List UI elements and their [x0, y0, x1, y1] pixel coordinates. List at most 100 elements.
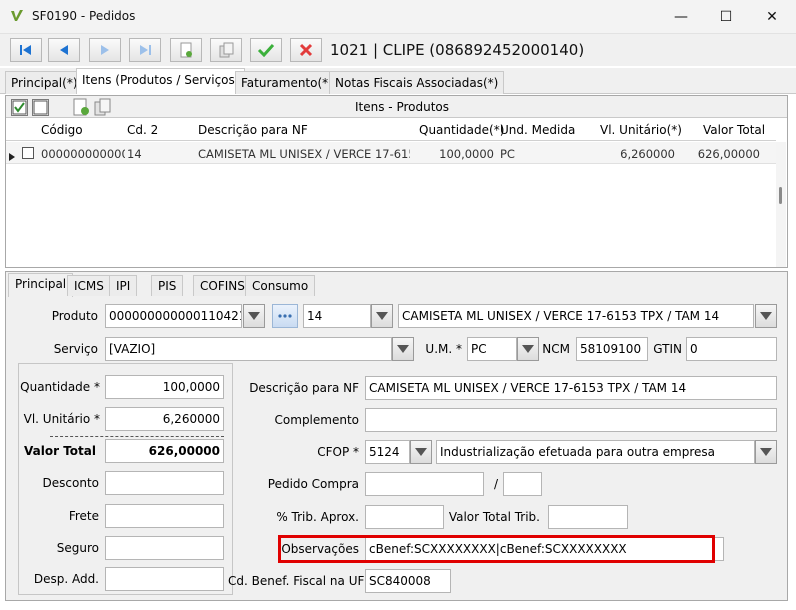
new-document-icon: [180, 42, 192, 58]
scrollbar-thumb[interactable]: [779, 187, 782, 204]
cd-benef-label: Cd. Benef. Fiscal na UF: [228, 574, 365, 588]
produto-label: Produto: [51, 309, 98, 323]
tab-itens[interactable]: Itens (Produtos / Serviços): [76, 68, 246, 94]
chevron-down-icon: [248, 312, 260, 320]
cancel-button[interactable]: [290, 38, 322, 62]
col-vl-unitario[interactable]: Vl. Unitário(*): [600, 123, 682, 137]
last-icon: [140, 45, 151, 55]
descricao-nf-label: Descrição para NF: [249, 381, 359, 395]
trib-aprox-input[interactable]: [365, 505, 444, 529]
pedido-compra-input[interactable]: [365, 472, 484, 496]
first-record-button[interactable]: [10, 38, 42, 62]
cd2-dropdown[interactable]: [371, 304, 393, 328]
desp-add-label: Desp. Add.: [33, 572, 99, 586]
record-header: 1021 | CLIPE (086892452000140): [330, 41, 585, 59]
minimize-button[interactable]: —: [658, 0, 704, 34]
copy-item-icon: [94, 98, 111, 116]
cell-cd2: 14: [127, 147, 142, 161]
cell-quantidade: 100,0000: [439, 147, 494, 161]
cell-und: PC: [500, 147, 515, 161]
grid-scrollbar[interactable]: [776, 142, 786, 267]
cd-benef-input[interactable]: SC840008: [365, 569, 451, 593]
vl-unitario-input[interactable]: 6,260000: [105, 407, 224, 431]
seguro-label: Seguro: [56, 541, 99, 555]
row-pointer-icon: [9, 150, 15, 164]
subtab-consumo[interactable]: Consumo: [245, 275, 316, 296]
total-separator: [50, 436, 224, 437]
cfop-dropdown[interactable]: [410, 440, 432, 464]
gtin-input[interactable]: 0: [686, 337, 777, 361]
desp-add-input[interactable]: [105, 567, 224, 591]
previous-record-button[interactable]: [48, 38, 80, 62]
checkbox-checked-icon: [12, 100, 27, 115]
next-record-button[interactable]: [89, 38, 121, 62]
frete-input[interactable]: [105, 504, 224, 528]
col-codigo[interactable]: Código: [41, 123, 83, 137]
subtab-icms[interactable]: ICMS: [67, 275, 111, 296]
valor-total-input: 626,00000: [105, 439, 224, 463]
copy-item-button[interactable]: [93, 98, 112, 117]
seguro-input[interactable]: [105, 536, 224, 560]
chevron-down-icon: [415, 448, 427, 456]
pedido-separator: /: [493, 477, 498, 491]
chevron-down-icon: [760, 312, 772, 320]
col-cd2[interactable]: Cd. 2: [127, 123, 158, 137]
frete-label: Frete: [68, 509, 99, 523]
chevron-down-icon: [522, 345, 534, 353]
first-icon: [20, 45, 31, 55]
cd2-input[interactable]: 14: [303, 304, 371, 328]
produto-dropdown[interactable]: [243, 304, 265, 328]
subtab-principal[interactable]: Principal: [8, 273, 74, 297]
cfop-label: CFOP *: [317, 445, 359, 459]
cell-valor-total: 626,00000: [697, 147, 760, 161]
pedido-item-input[interactable]: [503, 472, 542, 496]
desconto-label: Desconto: [42, 476, 99, 490]
descricao-nf-input[interactable]: CAMISETA ML UNISEX / VERCE 17-6153 TPX /…: [365, 376, 777, 400]
new-record-button[interactable]: [170, 38, 202, 62]
close-button[interactable]: ✕: [749, 0, 795, 34]
complemento-input[interactable]: [365, 408, 777, 432]
copy-record-button[interactable]: [210, 38, 242, 62]
col-descricao[interactable]: Descrição para NF: [198, 123, 308, 137]
produto-descricao-dropdown[interactable]: [755, 304, 777, 328]
last-record-button[interactable]: [129, 38, 161, 62]
subtab-cofins[interactable]: COFINS: [193, 275, 252, 296]
cfop-descricao-dropdown[interactable]: [755, 440, 777, 464]
produto-lookup-button[interactable]: [272, 304, 298, 328]
col-valor-total[interactable]: Valor Total: [703, 123, 765, 137]
produto-descricao-input[interactable]: CAMISETA ML UNISEX / VERCE 17-6153 TPX /…: [398, 304, 754, 328]
delete-icon: [299, 43, 313, 57]
produto-input[interactable]: 000000000000110421: [105, 304, 242, 328]
servico-dropdown[interactable]: [392, 337, 414, 361]
cfop-input[interactable]: 5124: [365, 440, 410, 464]
chevron-down-icon: [397, 345, 409, 353]
quantidade-input[interactable]: 100,0000: [105, 375, 224, 399]
maximize-button[interactable]: ☐: [703, 0, 749, 34]
ncm-label: NCM: [542, 342, 570, 356]
add-item-button[interactable]: [72, 98, 91, 117]
subtab-pis[interactable]: PIS: [151, 275, 184, 296]
copy-icon: [219, 42, 234, 58]
col-und-medida[interactable]: Und. Medida: [500, 123, 575, 137]
checkbox-empty-icon: [33, 100, 48, 115]
select-all-button[interactable]: [11, 99, 28, 116]
valor-total-trib-input[interactable]: [548, 505, 628, 529]
servico-label: Serviço: [53, 342, 98, 356]
servico-input[interactable]: [VAZIO]: [105, 337, 392, 361]
um-dropdown[interactable]: [517, 337, 539, 361]
tab-principal[interactable]: Principal(*): [5, 71, 84, 94]
quantidade-label: Quantidade *: [20, 380, 100, 394]
cfop-descricao-input[interactable]: Industrialização efetuada para outra emp…: [436, 440, 755, 464]
tab-notas-fiscais[interactable]: Notas Fiscais Associadas(*): [329, 71, 505, 94]
subtab-ipi[interactable]: IPI: [109, 275, 138, 296]
complemento-label: Complemento: [274, 413, 359, 427]
save-button[interactable]: [250, 38, 282, 62]
deselect-all-button[interactable]: [32, 99, 49, 116]
ncm-input[interactable]: 58109100: [576, 337, 648, 361]
desconto-input[interactable]: [105, 471, 224, 495]
tab-faturamento[interactable]: Faturamento(*): [235, 71, 339, 94]
row-checkbox[interactable]: [22, 147, 34, 159]
col-quantidade[interactable]: Quantidade(*): [419, 123, 504, 137]
um-input[interactable]: PC: [467, 337, 517, 361]
app-icon: [9, 8, 25, 24]
